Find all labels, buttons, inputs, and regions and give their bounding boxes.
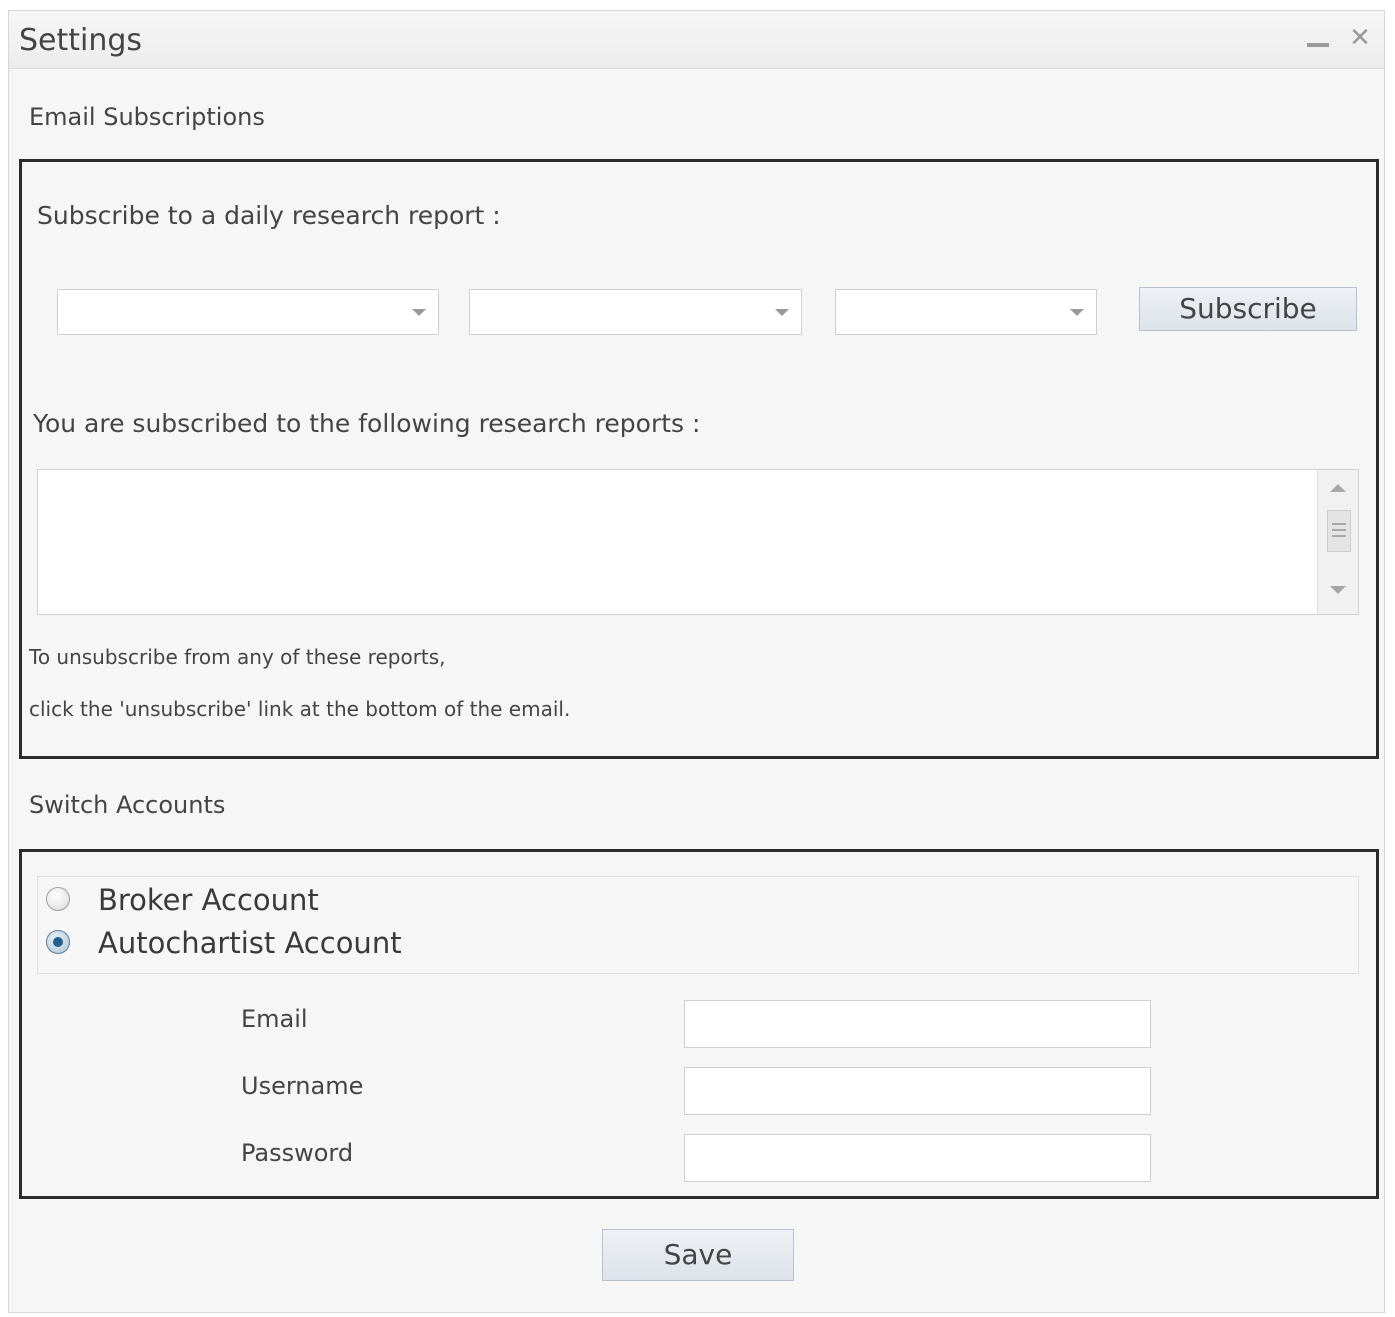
password-label: Password [241,1139,354,1167]
switch-accounts-heading: Switch Accounts [29,791,226,819]
username-field[interactable] [684,1067,1151,1115]
radio-button[interactable] [46,887,70,911]
scroll-thumb[interactable] [1327,510,1351,552]
username-label: Username [241,1072,364,1100]
radio-label: Broker Account [98,883,319,917]
scroll-up-icon[interactable] [1330,484,1346,492]
scrollbar[interactable] [1317,470,1358,614]
account-type-radio-group: Broker Account Autochartist Account [37,876,1359,974]
settings-window: Settings ✕ Email Subscriptions Subscribe… [8,10,1385,1313]
title-bar[interactable]: Settings ✕ [9,11,1384,69]
email-subscriptions-panel [19,159,1379,759]
report-select-3[interactable] [835,289,1097,335]
radio-label: Autochartist Account [98,926,402,960]
save-button[interactable]: Save [602,1229,794,1281]
report-select-2[interactable] [469,289,802,335]
scroll-down-icon[interactable] [1330,586,1346,594]
password-field[interactable] [684,1134,1151,1182]
chevron-down-icon [775,309,789,316]
subscribe-button[interactable]: Subscribe [1139,287,1357,331]
close-icon[interactable]: ✕ [1345,23,1375,53]
chevron-down-icon [1070,309,1084,316]
chevron-down-icon [412,309,426,316]
window-title: Settings [19,23,143,58]
email-subscriptions-heading: Email Subscriptions [29,103,265,131]
unsubscribe-note-line-2: click the 'unsubscribe' link at the bott… [29,697,571,721]
report-select-1[interactable] [57,289,439,335]
minimize-icon[interactable] [1303,23,1333,53]
email-field[interactable] [684,1000,1151,1048]
unsubscribe-note-line-1: To unsubscribe from any of these reports… [29,645,446,669]
email-label: Email [241,1005,308,1033]
subscribed-reports-label: You are subscribed to the following rese… [33,409,701,438]
subscribe-prompt: Subscribe to a daily research report : [37,201,501,230]
subscribed-reports-list[interactable] [37,469,1359,615]
radio-button[interactable] [46,930,70,954]
